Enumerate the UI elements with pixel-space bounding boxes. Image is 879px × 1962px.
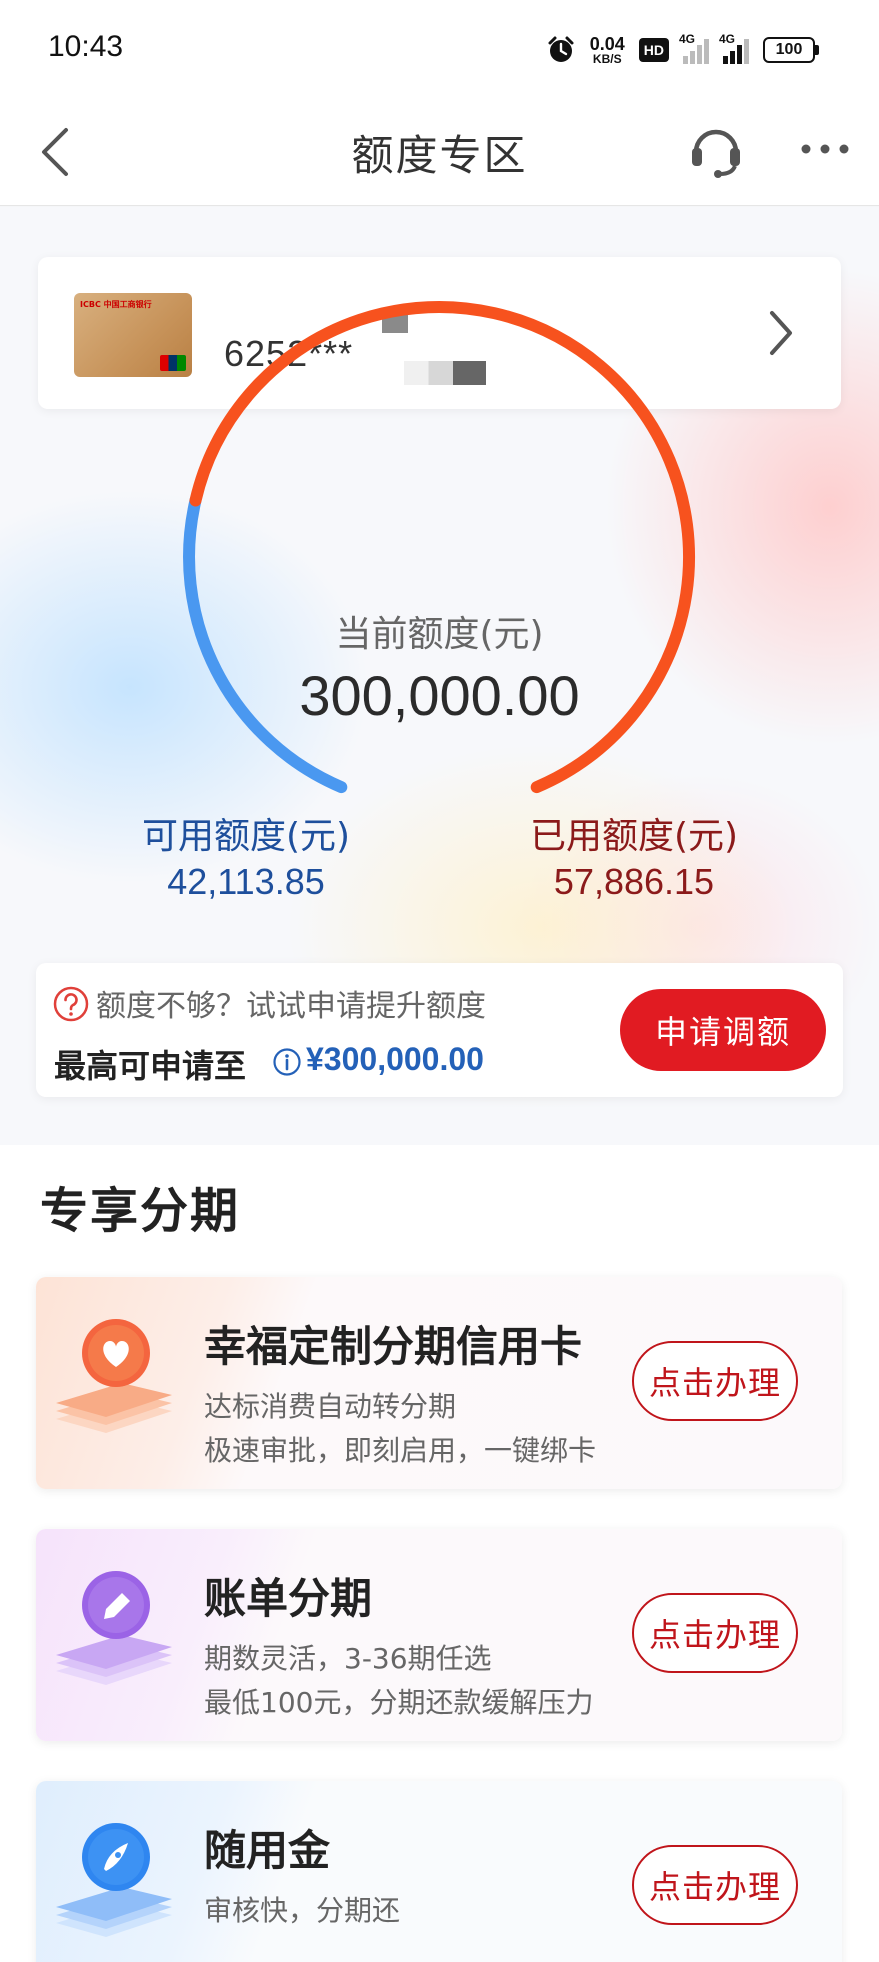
status-bar: 10:43 0.04 KB/S HD 4G 4G 100: [0, 0, 879, 100]
offer-card-happiness-installment[interactable]: 幸福定制分期信用卡 达标消费自动转分期 极速审批，即刻启用，一键绑卡 点击办理: [36, 1277, 842, 1489]
status-icons: 0.04 KB/S HD 4G 4G 100: [546, 30, 819, 70]
available-limit-value: 42,113.85: [167, 861, 325, 902]
hd-voice-badge: HD: [638, 38, 669, 62]
battery-icon: 100: [763, 37, 819, 63]
heart-icon: [56, 1319, 172, 1433]
offer-description: 期数灵活，3-36期任选: [204, 1642, 492, 1675]
used-limit-label: 已用额度(元): [529, 816, 739, 857]
available-limit-label: 可用额度(元): [141, 816, 351, 857]
apply-adjust-limit-button[interactable]: 申请调额: [620, 989, 826, 1071]
apply-now-button[interactable]: 点击办理: [632, 1593, 798, 1673]
exclusive-installments-section: 专享分期 幸福定制分期信用卡 达标消费自动转分期 极速审批，即刻启用，一键绑卡 …: [0, 1145, 879, 1962]
page-title: 额度专区: [351, 131, 528, 180]
current-limit-value: 300,000.00: [299, 664, 580, 727]
signal-icon-2: 4G: [719, 32, 749, 64]
apply-now-button[interactable]: 点击办理: [632, 1341, 798, 1421]
section-title: 专享分期: [40, 1183, 241, 1239]
info-icon[interactable]: [272, 1047, 302, 1077]
offer-title: 账单分期: [204, 1574, 373, 1623]
offer-description: 最低100元，分期还款缓解压力: [204, 1686, 594, 1719]
credit-limit-hero: ICBC 中国工商银行 6252*** 当前额度(元) 300,000.00 可…: [0, 207, 879, 1145]
max-apply-value: ¥300,000.00: [306, 1041, 484, 1077]
more-icon[interactable]: [798, 134, 852, 164]
rocket-icon: [56, 1823, 172, 1937]
apply-now-button[interactable]: 点击办理: [632, 1845, 798, 1925]
headset-icon[interactable]: [686, 120, 746, 180]
offer-card-flexible-cash[interactable]: 随用金 审核快，分期还 点击办理: [36, 1781, 842, 1962]
offer-title: 幸福定制分期信用卡: [204, 1322, 583, 1371]
pencil-icon: [56, 1571, 172, 1685]
offer-description: 审核快，分期还: [204, 1894, 401, 1927]
offer-card-bill-installment[interactable]: 账单分期 期数灵活，3-36期任选 最低100元，分期还款缓解压力 点击办理: [36, 1529, 842, 1741]
max-apply-label: 最高可申请至: [54, 1047, 247, 1085]
network-speed: 0.04 KB/S: [589, 34, 625, 66]
offer-description: 达标消费自动转分期: [204, 1390, 457, 1423]
offer-title: 随用金: [204, 1826, 331, 1875]
current-limit-label: 当前额度(元): [335, 614, 544, 655]
offer-description: 极速审批，即刻启用，一键绑卡: [204, 1434, 597, 1467]
question-icon: [53, 986, 89, 1022]
nav-bar: 额度专区: [0, 100, 879, 206]
alarm-icon: [548, 36, 574, 62]
signal-icon-1: 4G: [679, 32, 709, 64]
used-limit-value: 57,886.15: [553, 861, 715, 902]
status-time: 10:43: [48, 30, 124, 63]
limit-increase-panel: 额度不够？试试申请提升额度 最高可申请至 ¥300,000.00 申请调额: [36, 963, 843, 1097]
limit-increase-hint: 额度不够？试试申请提升额度: [96, 989, 486, 1024]
